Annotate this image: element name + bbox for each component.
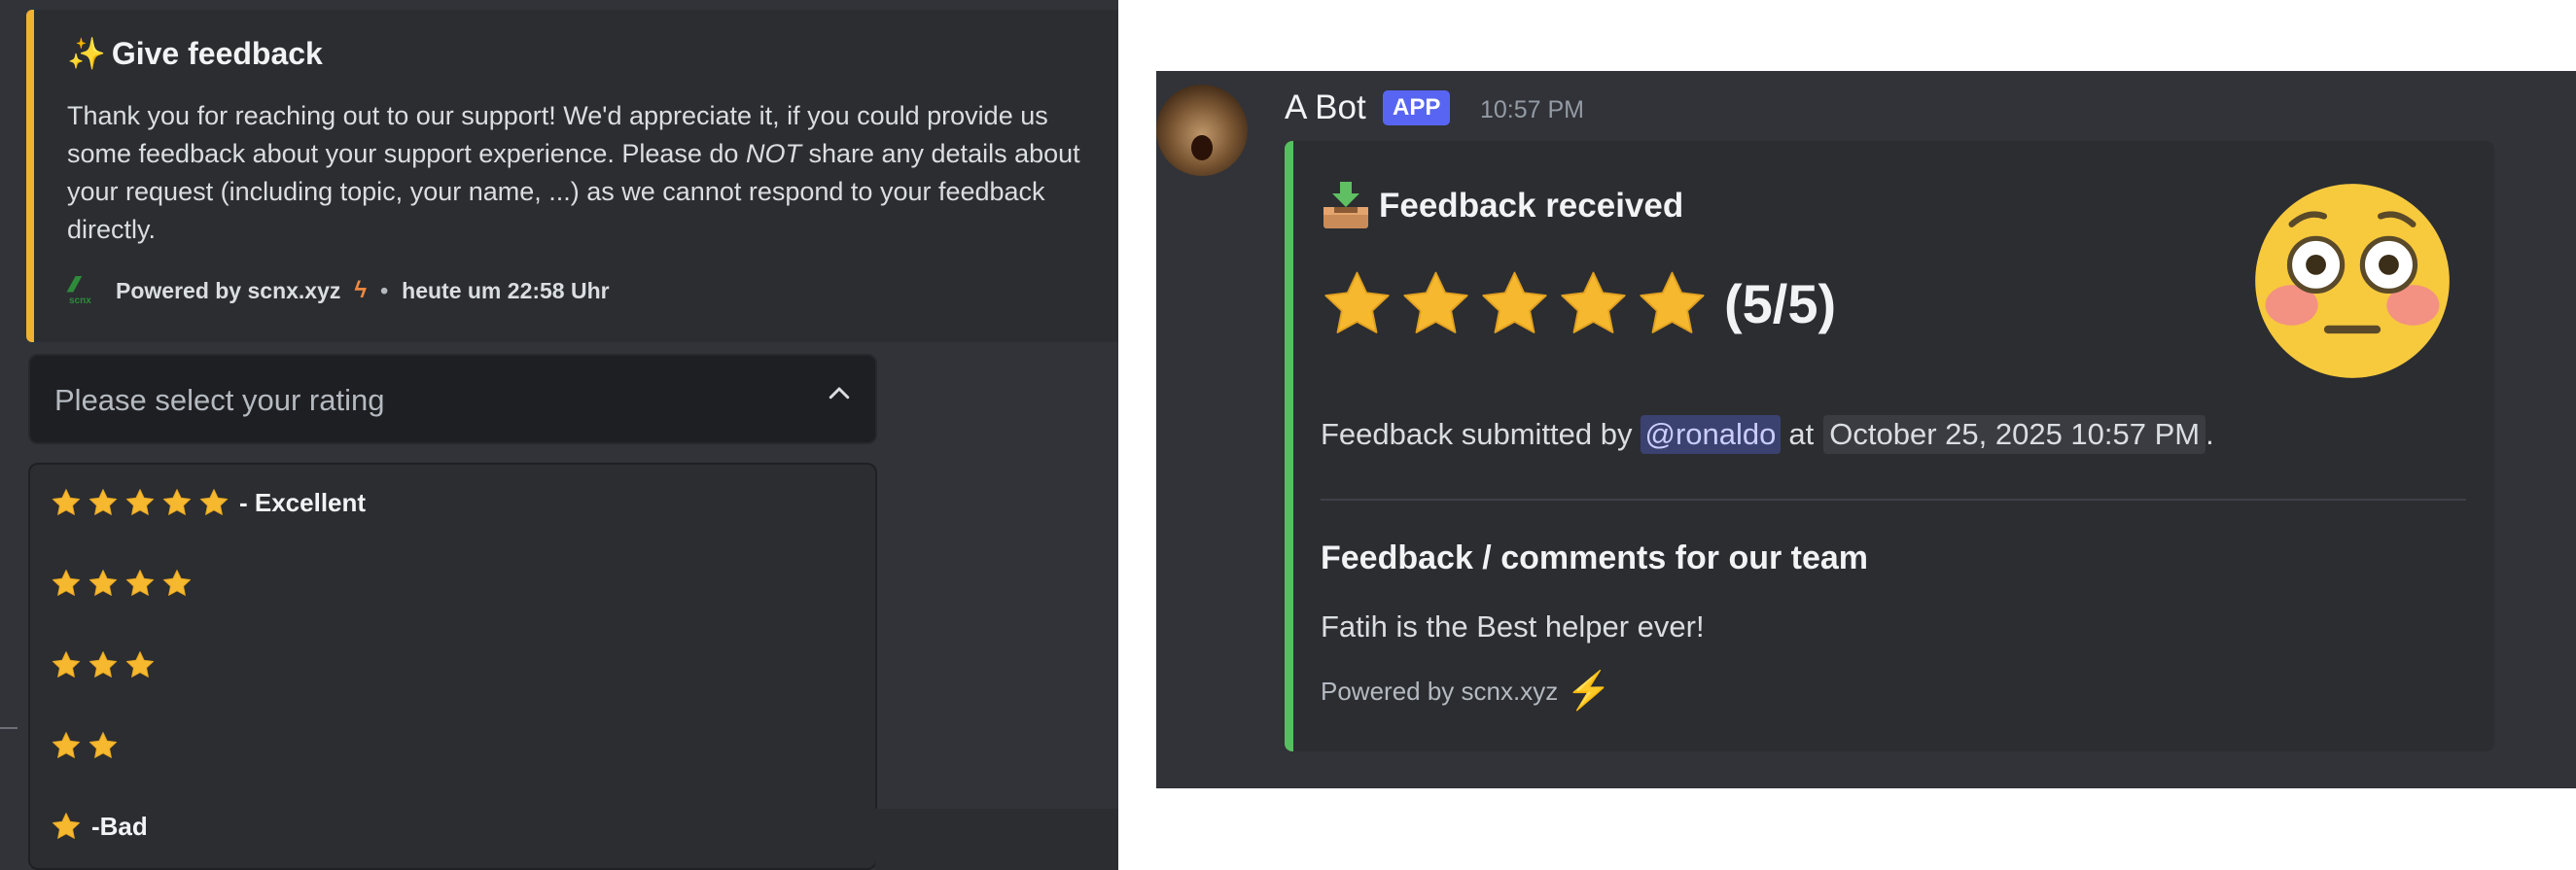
option-5-stars[interactable]: - Excellent <box>51 478 366 527</box>
star-icon <box>124 568 156 599</box>
star-icon <box>1399 267 1472 340</box>
flushed-face-icon <box>2255 184 2450 378</box>
star-icon <box>124 649 156 680</box>
app-badge: APP <box>1383 90 1451 125</box>
feedback-received-message: A Bot APP 10:57 PM Feedback received (5/… <box>1156 71 2576 788</box>
at-text: at <box>1788 417 1815 451</box>
star-icon <box>51 649 82 680</box>
embed-title: Feedback received <box>1321 180 1683 232</box>
footer-separator: • <box>380 277 389 303</box>
embed-footer: ///scnx Powered by scnx.xyz ϟ • heute um… <box>64 272 610 309</box>
author-name[interactable]: A Bot <box>1285 88 1366 127</box>
avatar[interactable] <box>1156 85 1248 176</box>
feedback-received-embed: Feedback received (5/5) Feedback submitt… <box>1285 141 2494 751</box>
option-stars <box>51 811 82 842</box>
star-icon <box>51 730 82 761</box>
embed-title-text: Give feedback <box>111 35 323 71</box>
embed-footer: Powered by scnx.xyz ⚡ <box>1321 670 1612 713</box>
option-label: - Excellent <box>239 487 367 517</box>
scnx-logo-icon: ///scnx <box>64 272 91 306</box>
divider <box>1321 499 2466 501</box>
star-icon <box>124 487 156 518</box>
star-icon <box>88 568 119 599</box>
sparkles-icon: ✨ <box>67 36 106 71</box>
field-name: Feedback / comments for our team <box>1321 539 1869 576</box>
divider <box>0 727 18 729</box>
submitted-line: Feedback submitted by @ronaldo at Octobe… <box>1321 415 2214 454</box>
period: . <box>2205 417 2214 451</box>
option-1-star[interactable]: -Bad <box>51 802 148 851</box>
field-value: Fatih is the Best helper ever! <box>1321 609 1705 644</box>
embed-title: ✨ Give feedback <box>67 35 323 72</box>
star-icon <box>161 568 193 599</box>
option-stars <box>51 730 119 761</box>
rating-stars: (5/5) <box>1321 267 1836 340</box>
star-icon <box>88 487 119 518</box>
star-icon <box>51 487 82 518</box>
option-4-stars[interactable] <box>51 559 202 608</box>
lightning-icon: ⚡ <box>1566 671 1612 712</box>
embed-title-text: Feedback received <box>1379 187 1684 225</box>
star-icon <box>51 568 82 599</box>
message-time: 10:57 PM <box>1480 96 1585 123</box>
rating-score: (5/5) <box>1724 273 1837 334</box>
option-stars <box>51 649 156 680</box>
lightning-icon: ϟ <box>354 277 368 303</box>
star-icon <box>161 487 193 518</box>
option-2-stars[interactable] <box>51 721 128 770</box>
description-emphasis: NOT <box>745 139 801 168</box>
star-icon <box>1557 267 1630 340</box>
rating-select-placeholder: Please select your rating <box>54 383 385 417</box>
option-stars <box>51 487 229 518</box>
rating-options-menu: - Excellent -Bad <box>28 463 877 870</box>
user-mention[interactable]: @ronaldo <box>1640 415 1782 454</box>
option-label: -Bad <box>91 811 148 841</box>
submitted-prefix: Feedback submitted by <box>1321 417 1633 451</box>
star-icon <box>88 649 119 680</box>
star-icon <box>1478 267 1551 340</box>
footer-text: Powered by scnx.xyz <box>1321 676 1559 706</box>
option-3-stars[interactable] <box>51 641 165 689</box>
footer-text: Powered by scnx.xyz <box>116 277 341 303</box>
option-stars <box>51 568 193 599</box>
inbox-tray-icon <box>1323 182 1368 228</box>
embed-description: Thank you for reaching out to our suppor… <box>67 97 1117 249</box>
star-icon <box>198 487 229 518</box>
footer-time: heute um 22:58 Uhr <box>402 277 610 303</box>
chevron-up-icon <box>829 387 850 400</box>
feedback-request-panel: ✨ Give feedback Thank you for reaching o… <box>0 0 1118 870</box>
rating-select[interactable]: Please select your rating <box>28 354 877 444</box>
star-icon <box>1636 267 1709 340</box>
star-group <box>1321 267 1709 340</box>
star-icon <box>1321 267 1394 340</box>
give-feedback-embed: ✨ Give feedback Thank you for reaching o… <box>26 10 1118 342</box>
star-icon <box>51 811 82 842</box>
background-panel <box>875 809 1118 870</box>
star-icon <box>88 730 119 761</box>
timestamp[interactable]: October 25, 2025 10:57 PM <box>1823 415 2206 454</box>
